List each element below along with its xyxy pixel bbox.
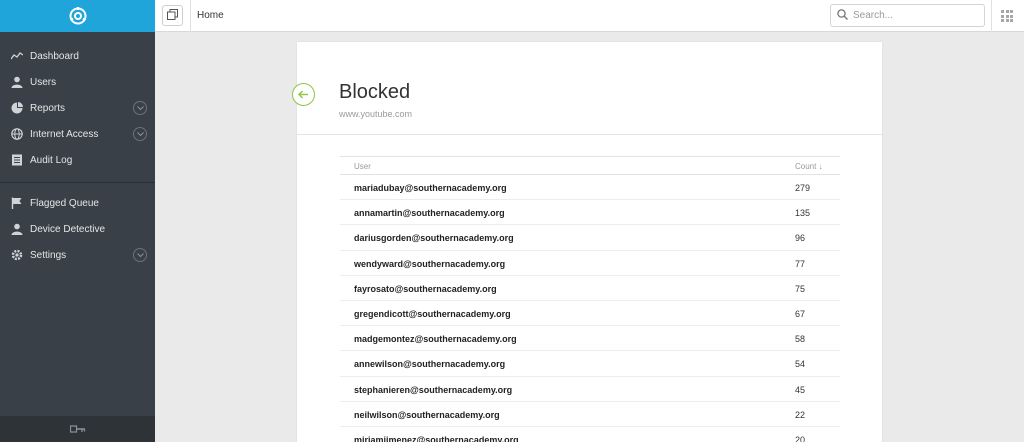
flag-icon (11, 197, 23, 209)
block-count: 135 (795, 208, 811, 219)
table-row[interactable]: annamartin@southernacademy.org 135 (340, 200, 840, 226)
sidebar-item-label: Settings (30, 249, 67, 261)
block-count: 45 (795, 384, 806, 395)
copy-icon (167, 7, 178, 25)
logo-icon (69, 7, 86, 25)
sidebar-item-label: Reports (30, 102, 66, 114)
table-row[interactable]: dariusgorden@southernacademy.org 96 (340, 225, 840, 251)
page-subtitle: www.youtube.com (339, 109, 413, 119)
chevron-down-icon[interactable] (133, 127, 147, 141)
sidebar-item-device-detective[interactable]: Device Detective (0, 216, 155, 242)
breadcrumb[interactable]: Home (197, 10, 224, 21)
users-table: User Count ↓ mariadubay@southernacademy.… (340, 156, 840, 442)
arrow-left-icon (298, 86, 309, 104)
user-email[interactable]: dariusgorden@southernacademy.org (354, 233, 514, 243)
globe-icon (11, 128, 23, 140)
sidebar-item-flagged-queue[interactable]: Flagged Queue (0, 190, 155, 216)
table-row[interactable]: stephanieren@southernacademy.org 45 (340, 377, 840, 402)
table-row[interactable]: annewilson@southernacademy.org 54 (340, 351, 840, 377)
table-row[interactable]: madgemontez@southernacademy.org 58 (340, 326, 840, 352)
sidebar-divider (0, 182, 155, 183)
table-header: User Count ↓ (340, 156, 840, 175)
pie-chart-icon (11, 102, 23, 114)
user-email[interactable]: neilwilson@southernacademy.org (354, 410, 500, 420)
gear-icon (11, 249, 23, 261)
list-icon (11, 154, 23, 166)
user-email[interactable]: fayrosato@southernacademy.org (354, 284, 497, 294)
table-row[interactable]: mariadubay@southernacademy.org 279 (340, 175, 840, 201)
logo[interactable] (0, 0, 155, 32)
user-email[interactable]: miriamjimenez@southernacademy.org (354, 435, 519, 442)
back-button[interactable] (292, 83, 315, 106)
block-count: 77 (795, 258, 806, 269)
user-email[interactable]: mariadubay@southernacademy.org (354, 183, 507, 193)
sidebar-item-users[interactable]: Users (0, 69, 155, 95)
key-icon[interactable] (69, 420, 86, 438)
sidebar-item-dashboard[interactable]: Dashboard (0, 43, 155, 69)
user-email[interactable]: gregendicott@southernacademy.org (354, 309, 511, 319)
sidebar-item-label: Audit Log (30, 154, 73, 166)
sidebar-nav: Dashboard Users Reports Internet Access (0, 32, 155, 268)
window-toggle-button[interactable] (162, 5, 183, 26)
sidebar-item-reports[interactable]: Reports (0, 95, 155, 121)
table-row[interactable]: miriamjimenez@southernacademy.org 20 (340, 427, 840, 442)
column-header-user[interactable]: User (354, 162, 371, 171)
search-icon (837, 7, 848, 25)
chevron-down-icon[interactable] (133, 248, 147, 262)
block-count: 22 (795, 409, 806, 420)
topbar: Home (155, 0, 1024, 32)
table-row[interactable]: gregendicott@southernacademy.org 67 (340, 301, 840, 327)
column-header-count[interactable]: Count ↓ (795, 162, 823, 171)
user-icon (11, 76, 23, 88)
sidebar-item-internet-access[interactable]: Internet Access (0, 121, 155, 147)
block-count: 54 (795, 359, 806, 370)
search-input[interactable] (853, 10, 973, 21)
sidebar-item-label: Internet Access (30, 128, 99, 140)
user-email[interactable]: madgemontez@southernacademy.org (354, 334, 517, 344)
block-count: 279 (795, 183, 811, 193)
table-body: mariadubay@southernacademy.org 279 annamar… (340, 175, 840, 442)
search-box[interactable] (830, 4, 985, 27)
user-icon (11, 223, 23, 235)
table-row[interactable]: fayrosato@southernacademy.org 75 (340, 276, 840, 301)
table-row[interactable]: wendyward@southernacademy.org 77 (340, 251, 840, 276)
block-count: 67 (795, 308, 806, 319)
user-email[interactable]: stephanieren@southernacademy.org (354, 385, 512, 395)
sidebar: Dashboard Users Reports Internet Access (0, 0, 155, 442)
topbar-divider (991, 0, 992, 32)
topbar-divider (190, 0, 191, 32)
block-count: 58 (795, 334, 806, 345)
block-count: 96 (795, 233, 806, 244)
page-title: Blocked (339, 81, 411, 103)
content-card: Blocked www.youtube.com User Count ↓ mar… (292, 42, 882, 442)
sidebar-item-label: Flagged Queue (30, 197, 99, 209)
card-divider (297, 134, 882, 135)
app-grid-icon[interactable] (1001, 10, 1013, 22)
sidebar-item-label: Users (30, 76, 57, 88)
sidebar-item-settings[interactable]: Settings (0, 242, 155, 268)
user-email[interactable]: annewilson@southernacademy.org (354, 359, 505, 369)
block-count: 75 (795, 283, 806, 294)
chart-line-icon (11, 50, 23, 62)
table-row[interactable]: neilwilson@southernacademy.org 22 (340, 402, 840, 427)
sidebar-footer[interactable] (0, 416, 155, 442)
sidebar-item-label: Device Detective (30, 223, 106, 235)
block-count: 20 (795, 434, 806, 442)
user-email[interactable]: annamartin@southernacademy.org (354, 208, 505, 218)
sidebar-item-audit-log[interactable]: Audit Log (0, 147, 155, 173)
chevron-down-icon[interactable] (133, 101, 147, 115)
sidebar-item-label: Dashboard (30, 50, 79, 62)
user-email[interactable]: wendyward@southernacademy.org (354, 259, 505, 269)
